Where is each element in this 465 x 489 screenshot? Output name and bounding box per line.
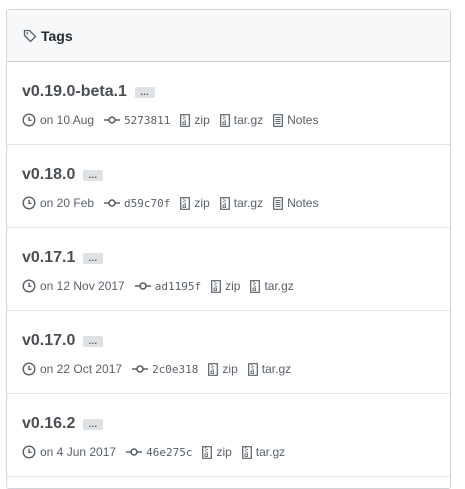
- commit-icon: [132, 365, 149, 373]
- clock-icon: [22, 279, 36, 293]
- tag-row: v0.18.0 … on 20 Feb d59c70f zip tar.gz N…: [7, 145, 450, 228]
- tag-row: v0.17.0 … on 22 Oct 2017 2c0e318 zip tar…: [7, 311, 450, 394]
- zip-download-link[interactable]: zip: [180, 113, 210, 127]
- expand-ellipsis-button[interactable]: …: [83, 169, 104, 181]
- commit-sha-link[interactable]: ad1195f: [155, 280, 201, 293]
- tag-commit: 5273811: [104, 114, 170, 127]
- commit-sha-link[interactable]: 46e275c: [146, 446, 192, 459]
- file-zip-icon: [241, 445, 252, 459]
- targz-label: tar.gz: [264, 279, 294, 293]
- tag-date: on 4 Jun 2017: [22, 445, 116, 459]
- commit-icon: [104, 116, 121, 124]
- tags-panel: Tags v0.19.0-beta.1 … on 10 Aug 5273811 …: [6, 9, 451, 489]
- zip-label: zip: [194, 113, 210, 127]
- expand-ellipsis-button[interactable]: …: [83, 252, 104, 264]
- file-zip-icon: [202, 445, 213, 459]
- tag-date-text: on 22 Oct 2017: [40, 362, 123, 376]
- tag-icon: [23, 29, 37, 43]
- commit-sha-link[interactable]: d59c70f: [124, 197, 170, 210]
- file-zip-icon: [180, 196, 191, 210]
- tag-commit: 2c0e318: [132, 363, 198, 376]
- tag-name-link[interactable]: v0.17.1: [22, 249, 75, 267]
- panel-title: Tags: [41, 27, 73, 44]
- zip-label: zip: [225, 279, 241, 293]
- clock-icon: [22, 196, 36, 210]
- targz-label: tar.gz: [255, 445, 286, 459]
- commit-sha-link[interactable]: 2c0e318: [152, 363, 198, 376]
- expand-ellipsis-button[interactable]: …: [83, 418, 104, 430]
- targz-download-link[interactable]: tar.gz: [219, 113, 264, 127]
- file-zip-icon: [208, 362, 219, 376]
- file-zip-icon: [211, 279, 221, 293]
- notes-label: Notes: [287, 196, 319, 210]
- panel-header: Tags: [7, 10, 450, 62]
- tag-date-text: on 12 Nov 2017: [40, 279, 125, 293]
- tag-commit: d59c70f: [104, 197, 170, 210]
- file-zip-icon: [180, 113, 191, 127]
- targz-label: tar.gz: [233, 196, 264, 210]
- expand-ellipsis-button[interactable]: …: [134, 86, 155, 98]
- tag-commit: ad1195f: [134, 280, 201, 293]
- notes-label: Notes: [287, 113, 319, 127]
- expand-ellipsis-button[interactable]: …: [83, 335, 104, 347]
- zip-label: zip: [216, 445, 232, 459]
- tag-name-link[interactable]: v0.18.0: [22, 166, 75, 184]
- commit-icon: [126, 448, 143, 456]
- tag-date: on 22 Oct 2017: [22, 362, 122, 376]
- zip-download-link[interactable]: zip: [202, 445, 232, 459]
- zip-label: zip: [194, 196, 210, 210]
- targz-download-link[interactable]: tar.gz: [250, 279, 294, 293]
- file-text-icon: [273, 113, 284, 127]
- tag-date: on 20 Feb: [22, 196, 94, 210]
- targz-label: tar.gz: [233, 113, 264, 127]
- zip-download-link[interactable]: zip: [208, 362, 238, 376]
- tag-date: on 10 Aug: [22, 113, 94, 127]
- tag-date-text: on 4 Jun 2017: [40, 445, 117, 459]
- release-notes-link[interactable]: Notes: [273, 196, 318, 210]
- commit-icon: [134, 282, 151, 290]
- tag-date: on 12 Nov 2017: [22, 279, 125, 293]
- targz-label: tar.gz: [261, 362, 292, 376]
- tag-date-text: on 10 Aug: [40, 113, 95, 127]
- file-zip-icon: [250, 279, 261, 293]
- zip-download-link[interactable]: zip: [180, 196, 210, 210]
- file-zip-icon: [219, 113, 230, 127]
- clock-icon: [22, 362, 36, 376]
- commit-icon: [104, 199, 121, 207]
- tag-name-link[interactable]: v0.16.2: [22, 415, 75, 433]
- clock-icon: [22, 113, 36, 127]
- file-zip-icon: [247, 362, 258, 376]
- clock-icon: [22, 445, 36, 459]
- zip-download-link[interactable]: zip: [211, 279, 240, 293]
- file-text-icon: [273, 196, 284, 210]
- tag-row: v0.17.1 … on 12 Nov 2017 ad1195f zip tar…: [7, 228, 450, 311]
- tag-row: v0.19.0-beta.1 … on 10 Aug 5273811 zip t…: [7, 62, 450, 145]
- tag-row: v0.16.2 … on 4 Jun 2017 46e275c zip tar.…: [7, 394, 450, 477]
- file-zip-icon: [219, 196, 230, 210]
- tag-date-text: on 20 Feb: [40, 196, 95, 210]
- targz-download-link[interactable]: tar.gz: [247, 362, 292, 376]
- commit-sha-link[interactable]: 5273811: [124, 114, 170, 127]
- targz-download-link[interactable]: tar.gz: [219, 196, 264, 210]
- tag-name-link[interactable]: v0.19.0-beta.1: [22, 83, 127, 101]
- targz-download-link[interactable]: tar.gz: [241, 445, 286, 459]
- zip-label: zip: [222, 362, 238, 376]
- release-notes-link[interactable]: Notes: [273, 113, 318, 127]
- tag-commit: 46e275c: [126, 446, 192, 459]
- tag-name-link[interactable]: v0.17.0: [22, 332, 75, 350]
